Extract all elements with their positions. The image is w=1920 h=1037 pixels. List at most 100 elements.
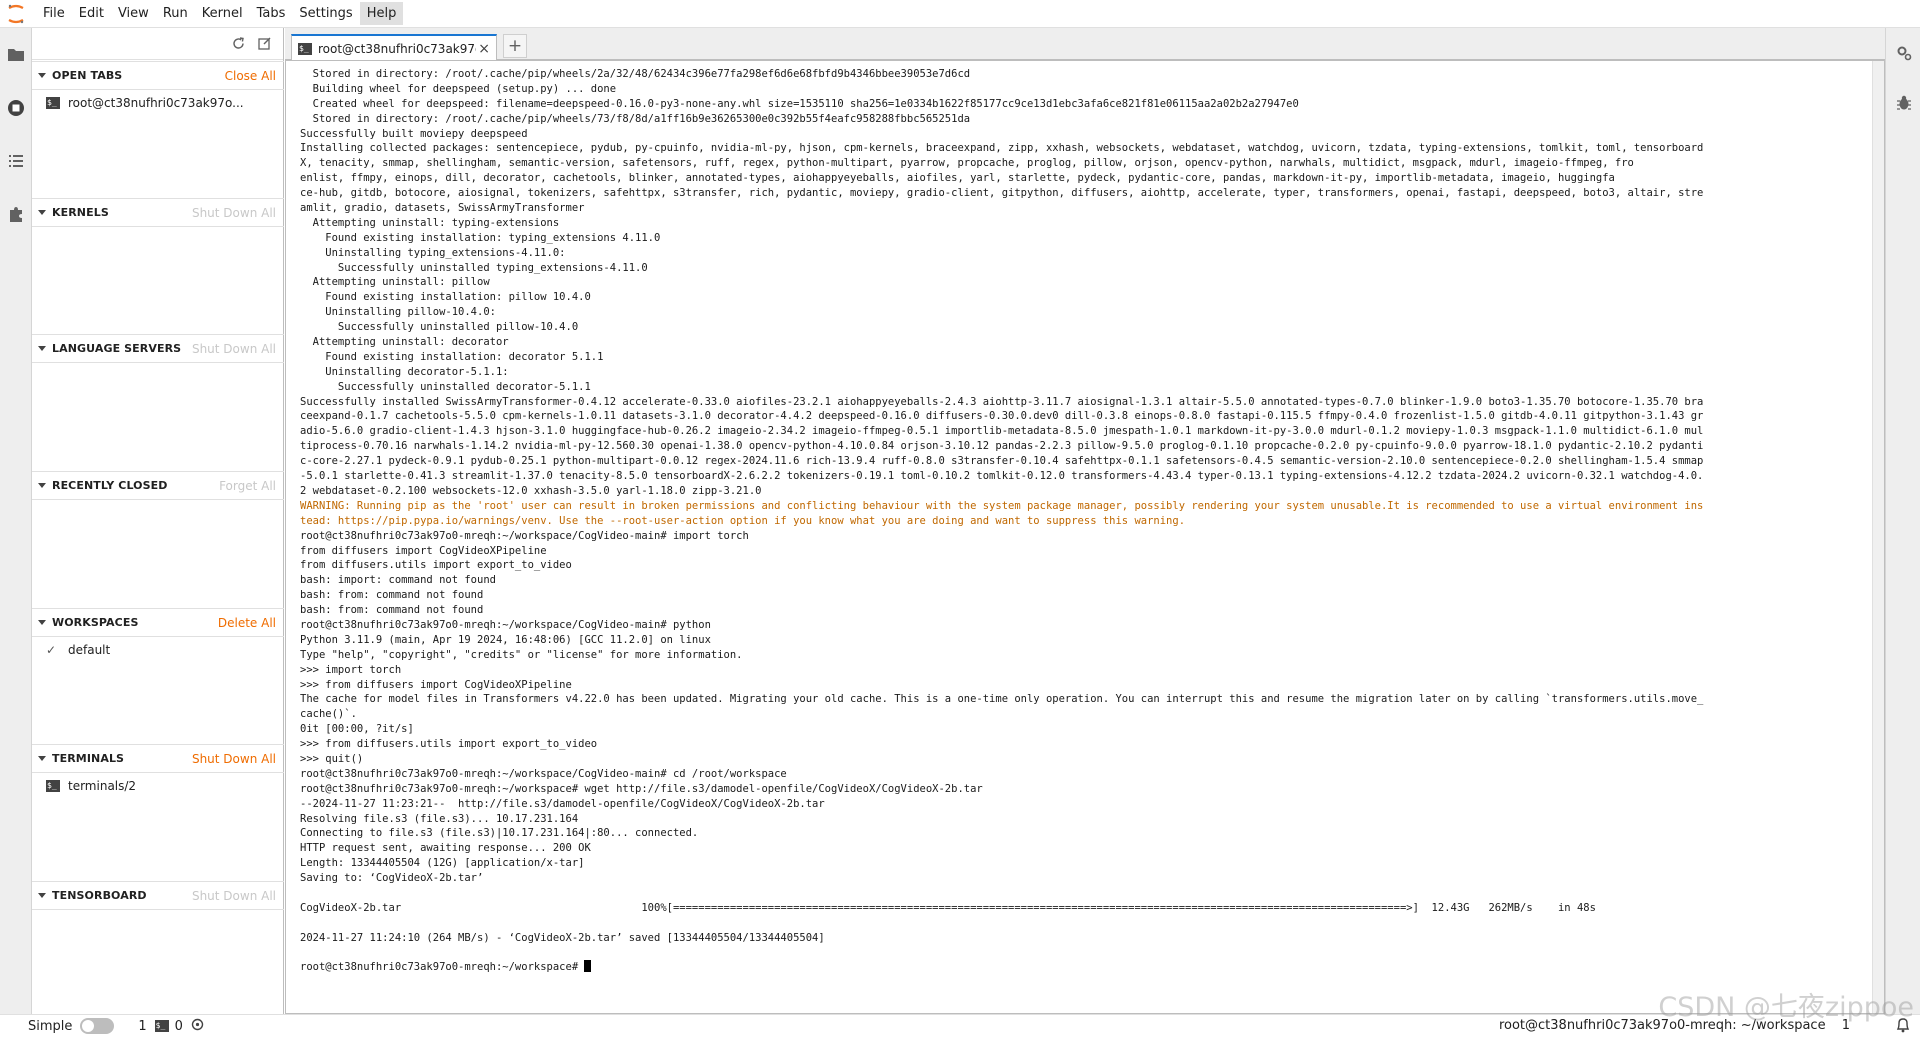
- terminal-line-text: amlit, gradio, datasets, SwissArmyTransf…: [300, 202, 585, 215]
- kernels-header[interactable]: KERNELS Shut Down All: [32, 199, 284, 227]
- tensorboard-header[interactable]: TENSORBOARD Shut Down All: [32, 882, 284, 910]
- terminal-line-text: 2 webdataset-0.2.100 websockets-12.0 xxh…: [300, 484, 762, 497]
- section-title: LANGUAGE SERVERS: [52, 342, 182, 355]
- terminal-line: Type "help", "copyright", "credits" or "…: [300, 648, 1866, 663]
- menu-run[interactable]: Run: [156, 2, 195, 25]
- terminal-line-text: ce-hub, gitdb, botocore, aiosignal, toke…: [300, 187, 1704, 200]
- caret-down-icon: [38, 210, 46, 215]
- right-activity-bar: [1885, 28, 1920, 1014]
- terminal-line: Found existing installation: decorator 5…: [300, 350, 1866, 365]
- terminal-line: >>> from diffusers import CogVideoXPipel…: [300, 678, 1866, 693]
- terminal-line-text: >>> from diffusers import CogVideoXPipel…: [300, 678, 572, 691]
- terminal-line-text: Found existing installation: pillow 10.4…: [300, 291, 591, 304]
- menu-view[interactable]: View: [111, 2, 156, 25]
- terminal-view[interactable]: Stored in directory: /root/.cache/pip/wh…: [285, 60, 1885, 1014]
- terminal-line: amlit, gradio, datasets, SwissArmyTransf…: [300, 201, 1866, 216]
- puzzle-extension-icon[interactable]: [0, 187, 32, 240]
- section-title: TENSORBOARD: [52, 889, 147, 902]
- terminal-line: Attempting uninstall: typing-extensions: [300, 216, 1866, 231]
- terminal-icon: $_: [46, 97, 60, 109]
- terminal-line-text: bash: from: command not found: [300, 589, 484, 602]
- running-sessions-panel: OPEN TABS Close All $_ root@ct38nufhri0c…: [32, 28, 284, 1014]
- terminal-item[interactable]: $_ terminals/2: [32, 773, 284, 799]
- terminal-icon: $_: [46, 780, 60, 792]
- terminal-line-text: Type "help", "copyright", "credits" or "…: [300, 648, 743, 661]
- shut-down-all-servers-button[interactable]: Shut Down All: [192, 342, 276, 356]
- folder-icon[interactable]: [0, 28, 32, 81]
- menu-kernel[interactable]: Kernel: [195, 2, 250, 25]
- workspace-item-default[interactable]: ✓ default: [32, 637, 284, 663]
- terminal-line: >>> quit(): [300, 752, 1866, 767]
- forget-all-button[interactable]: Forget All: [219, 479, 276, 493]
- add-tab-button[interactable]: +: [503, 34, 527, 58]
- terminal-line: bash: from: command not found: [300, 588, 1866, 603]
- terminal-line-text: 0it [00:00, ?it/s]: [300, 723, 414, 736]
- refresh-icon[interactable]: [225, 31, 251, 57]
- debugger-bug-icon[interactable]: [1886, 78, 1920, 128]
- new-launcher-icon[interactable]: [251, 31, 277, 57]
- terminal-line: Successfully uninstalled decorator-5.1.1: [300, 380, 1866, 395]
- terminal-line: Successfully built moviepy deepspeed: [300, 127, 1866, 142]
- tab-label: root@ct38nufhri0c73ak97o0: [318, 41, 477, 56]
- close-icon[interactable]: ×: [478, 41, 490, 57]
- property-inspector-icon[interactable]: [1886, 28, 1920, 78]
- tab-terminal[interactable]: $_ root@ct38nufhri0c73ak97o0 ×: [291, 34, 497, 61]
- section-title: RECENTLY CLOSED: [52, 479, 168, 492]
- recently-closed-header[interactable]: RECENTLY CLOSED Forget All: [32, 472, 284, 500]
- menu-edit[interactable]: Edit: [72, 2, 111, 25]
- menu-file[interactable]: File: [36, 2, 72, 25]
- terminal-line-text: >>> from diffusers.utils import export_t…: [300, 738, 598, 751]
- terminal-line-text: from diffusers import CogVideoXPipeline: [300, 544, 547, 557]
- workspaces-header[interactable]: WORKSPACES Delete All: [32, 609, 284, 637]
- workspaces-section: WORKSPACES Delete All ✓ default: [32, 608, 284, 663]
- terminal-line: >>> import torch: [300, 663, 1866, 678]
- terminal-line-text: Found existing installation: decorator 5…: [300, 350, 604, 363]
- open-tabs-header[interactable]: OPEN TABS Close All: [32, 62, 284, 90]
- toc-list-icon[interactable]: [0, 134, 32, 187]
- terminal-line: Successfully uninstalled typing_extensio…: [300, 261, 1866, 276]
- terminal-line: Connecting to file.s3 (file.s3)|10.17.23…: [300, 826, 1866, 841]
- language-servers-section: LANGUAGE SERVERS Shut Down All: [32, 334, 284, 363]
- kernel-gear-icon[interactable]: [191, 1018, 204, 1035]
- terminal-line: >>> from diffusers.utils import export_t…: [300, 737, 1866, 752]
- caret-down-icon: [38, 756, 46, 761]
- language-servers-header[interactable]: LANGUAGE SERVERS Shut Down All: [32, 335, 284, 363]
- terminal-line-text: WARNING: Running pip as the 'root' user …: [300, 499, 1704, 512]
- close-all-button[interactable]: Close All: [225, 69, 276, 83]
- terminals-count[interactable]: 0: [175, 1019, 183, 1034]
- kernels-count[interactable]: 1: [138, 1019, 146, 1034]
- jupyter-logo-icon: [0, 0, 32, 28]
- menubar: File Edit View Run Kernel Tabs Settings …: [0, 0, 1920, 28]
- terminal-line-text: The cache for model files in Transformer…: [300, 693, 1704, 706]
- terminal-line: --2024-11-27 11:23:21-- http://file.s3/d…: [300, 797, 1866, 812]
- terminal-line-text: c-core-2.27.1 pydeck-0.9.1 pydub-0.25.1 …: [300, 455, 1704, 468]
- terminal-line: Python 3.11.9 (main, Apr 19 2024, 16:48:…: [300, 633, 1866, 648]
- terminal-line-text: HTTP request sent, awaiting response... …: [300, 842, 591, 855]
- terminal-line-text: -5.0.1 starlette-0.41.3 streamlit-1.37.0…: [300, 470, 1704, 483]
- menu-settings[interactable]: Settings: [292, 2, 359, 25]
- running-circle-icon[interactable]: [0, 81, 32, 134]
- terminal-line: tead: https://pip.pypa.io/warnings/venv.…: [300, 514, 1866, 529]
- terminal-line-text: Successfully uninstalled pillow-10.4.0: [300, 321, 579, 334]
- terminal-line-text: Python 3.11.9 (main, Apr 19 2024, 16:48:…: [300, 633, 711, 646]
- delete-all-button[interactable]: Delete All: [218, 616, 276, 630]
- terminal-line-text: adio-5.6.0 gradio-client-1.4.3 hjson-3.1…: [300, 425, 1704, 438]
- section-title: TERMINALS: [52, 752, 125, 765]
- shut-down-all-terminals-button[interactable]: Shut Down All: [192, 752, 276, 766]
- shut-down-all-tensorboard-button[interactable]: Shut Down All: [192, 889, 276, 903]
- caret-down-icon: [38, 346, 46, 351]
- terminal-line-text: Building wheel for deepspeed (setup.py) …: [300, 82, 617, 95]
- terminal-line: root@ct38nufhri0c73ak97o0-mreqh:~/worksp…: [300, 767, 1866, 782]
- simple-mode-toggle[interactable]: [80, 1018, 115, 1034]
- workspace-label: default: [68, 643, 111, 657]
- terminals-header[interactable]: TERMINALS Shut Down All: [32, 745, 284, 773]
- menu-help[interactable]: Help: [359, 2, 404, 25]
- terminal-line-text: ceexpand-0.1.7 cachetools-5.5.0 cpm-kern…: [300, 410, 1704, 423]
- open-tab-item[interactable]: $_ root@ct38nufhri0c73ak97o...: [32, 90, 284, 116]
- shut-down-all-kernels-button[interactable]: Shut Down All: [192, 206, 276, 220]
- terminal-line: root@ct38nufhri0c73ak97o0-mreqh:~/worksp…: [300, 782, 1866, 797]
- menu-tabs[interactable]: Tabs: [250, 2, 293, 25]
- terminal-line-text: Attempting uninstall: typing-extensions: [300, 216, 560, 229]
- terminal-scrollbar[interactable]: [1872, 61, 1884, 1013]
